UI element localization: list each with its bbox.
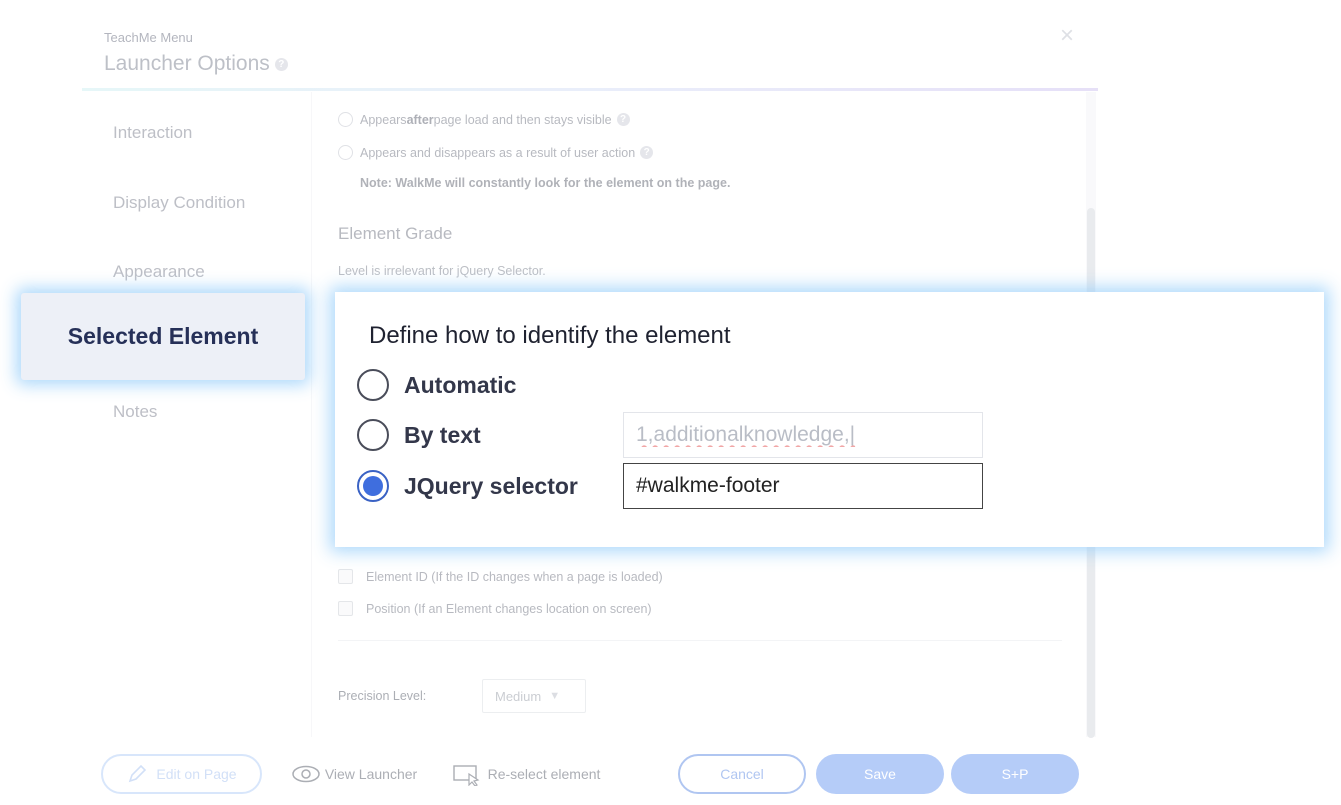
reselect-element-button[interactable]: Re-select element <box>437 754 615 794</box>
dialog-title-text: Launcher Options <box>104 52 270 75</box>
checkbox-icon[interactable] <box>338 569 353 584</box>
view-launcher-button[interactable]: View Launcher <box>279 754 429 794</box>
element-grade-heading: Element Grade <box>338 224 453 243</box>
visibility-option-user-action[interactable]: Appears and disappears as a result of us… <box>338 145 654 160</box>
option-by-text[interactable]: By text <box>357 419 481 451</box>
sidebar-item-appearance[interactable]: Appearance <box>113 262 205 282</box>
checkbox-icon[interactable] <box>338 601 353 616</box>
grade-check-position[interactable]: Position (If an Element changes location… <box>338 601 652 616</box>
radio-icon[interactable] <box>338 112 353 127</box>
eye-icon <box>292 765 320 783</box>
by-text-input[interactable] <box>623 412 983 458</box>
precision-label: Precision Level: <box>338 689 427 703</box>
option-automatic[interactable]: Automatic <box>357 369 516 401</box>
edit-on-page-button[interactable]: Edit on Page <box>101 754 262 794</box>
jquery-selector-input[interactable] <box>623 463 983 509</box>
radio-selected-icon[interactable] <box>357 470 389 502</box>
question-circle-icon[interactable]: ? <box>274 57 288 71</box>
question-circle-icon[interactable]: ? <box>616 113 630 126</box>
sidebar-item-notes[interactable]: Notes <box>113 402 157 422</box>
question-circle-icon[interactable]: ? <box>640 146 654 159</box>
section-divider <box>338 640 1062 641</box>
sidebar-item-selected-element[interactable]: Selected Element <box>21 293 305 380</box>
cancel-button[interactable]: Cancel <box>678 754 806 794</box>
precision-select[interactable]: Medium ▼ <box>482 679 586 713</box>
cursor-select-icon <box>452 765 480 786</box>
close-icon[interactable]: × <box>1060 22 1074 50</box>
option-jquery-selector[interactable]: JQuery selector <box>357 470 578 502</box>
grade-check-element-id[interactable]: Element ID (If the ID changes when a pag… <box>338 569 663 584</box>
chevron-down-icon: ▼ <box>549 690 561 702</box>
pencil-icon <box>129 764 147 783</box>
dialog-title: Launcher Options ? <box>104 52 288 76</box>
dialog-subtitle: TeachMe Menu <box>104 30 193 45</box>
sidebar-item-interaction[interactable]: Interaction <box>113 123 192 143</box>
element-grade-note: Level is irrelevant for jQuery Selector. <box>338 264 546 278</box>
radio-icon[interactable] <box>357 419 389 451</box>
sidebar-divider <box>311 92 312 737</box>
panel-title: Define how to identify the element <box>369 322 731 349</box>
radio-icon[interactable] <box>338 145 353 160</box>
visibility-note: Note: WalkMe will constantly look for th… <box>360 176 731 190</box>
visibility-option-after-load[interactable]: Appears after page load and then stays v… <box>338 112 630 127</box>
sidebar-item-display-condition[interactable]: Display Condition <box>113 193 245 213</box>
header-divider <box>82 88 1098 91</box>
radio-icon[interactable] <box>357 369 389 401</box>
save-publish-button[interactable]: S+P <box>951 754 1079 794</box>
save-button[interactable]: Save <box>816 754 944 794</box>
identify-element-panel: Define how to identify the element Autom… <box>335 292 1324 547</box>
